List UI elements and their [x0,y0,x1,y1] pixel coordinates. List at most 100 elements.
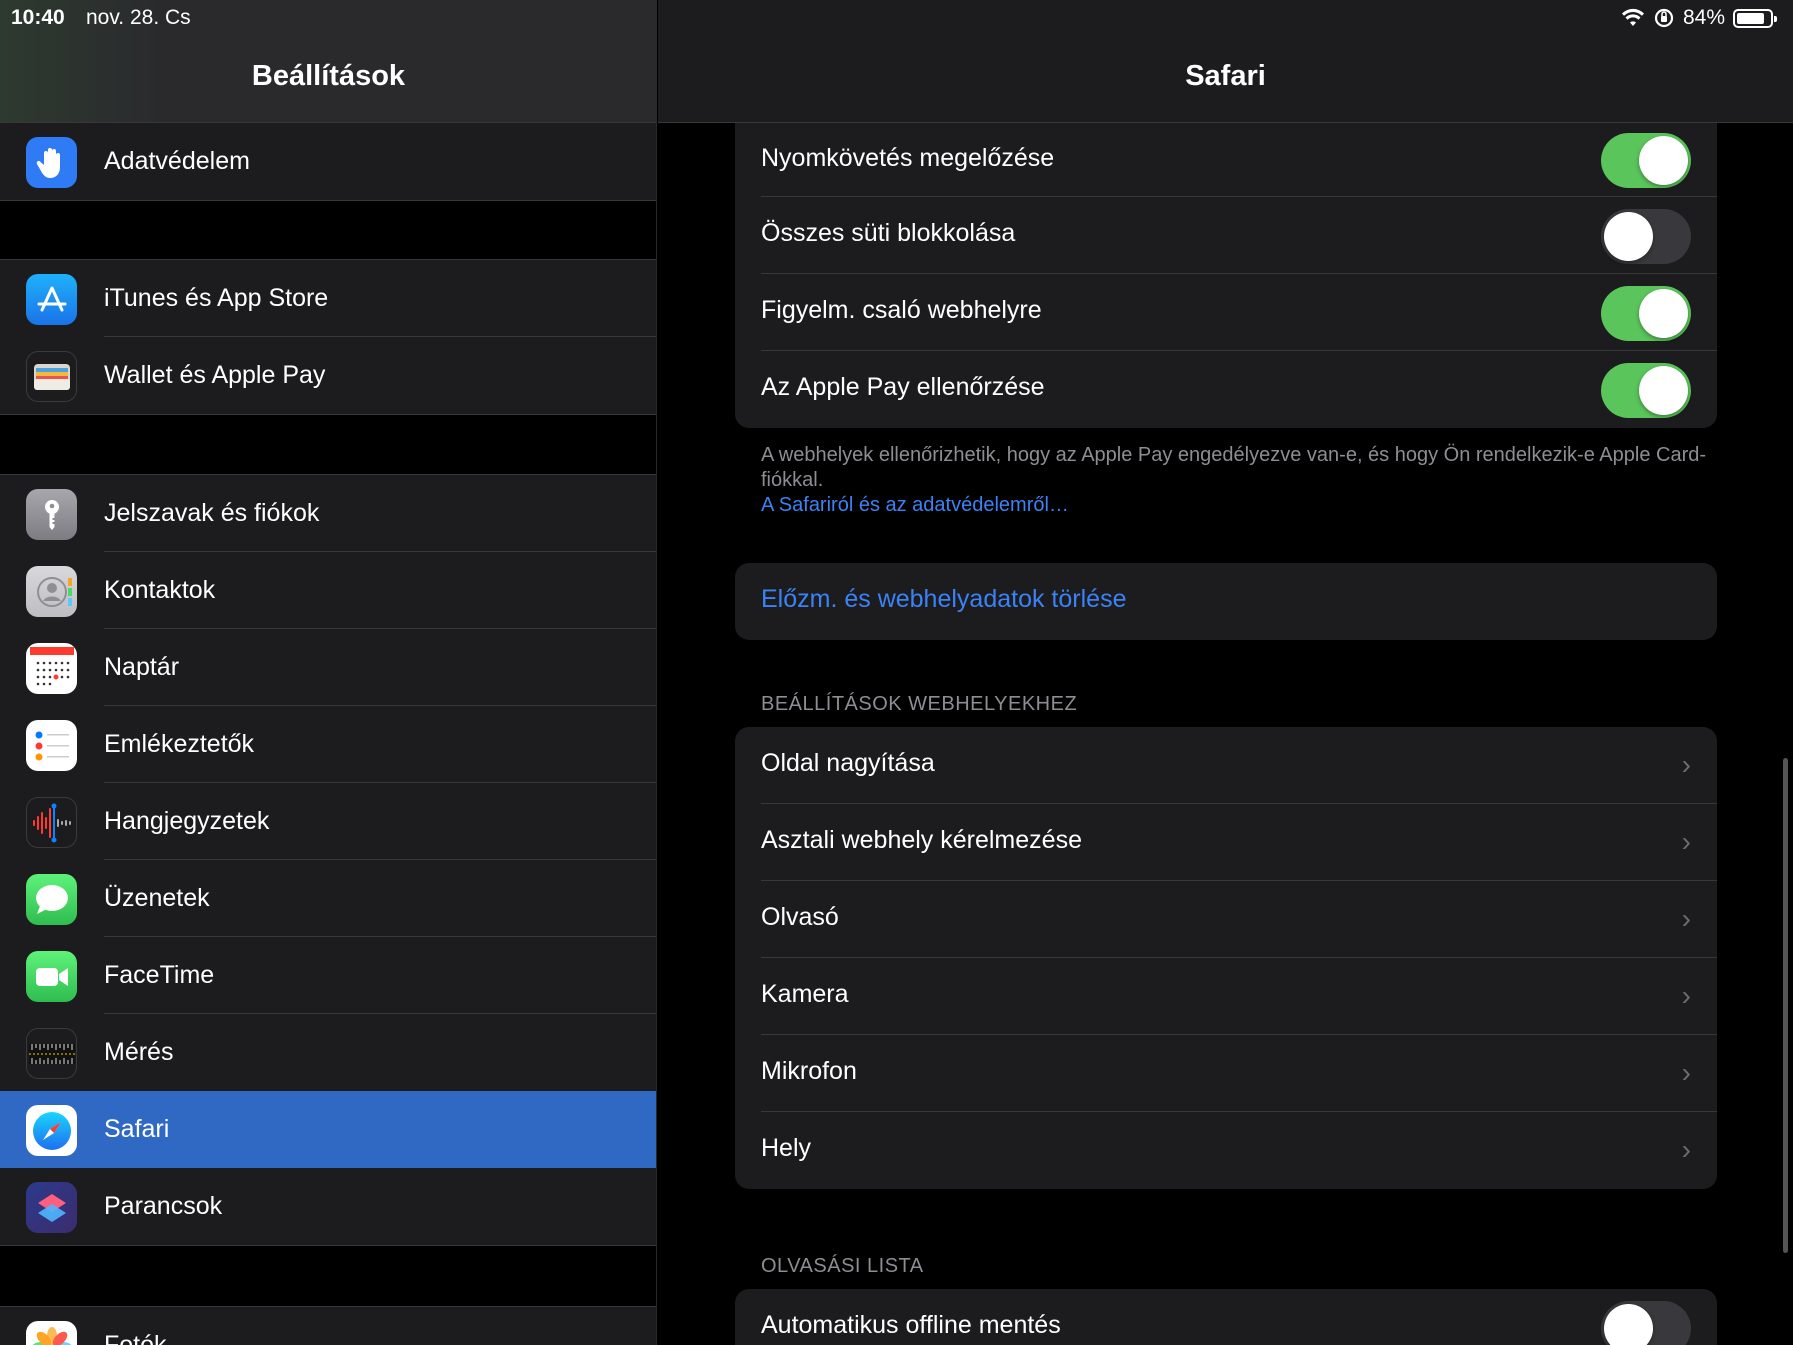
chevron-right-icon: › [1681,980,1691,1011]
sidebar-item-reminders[interactable]: Emlékeztetők [0,706,656,783]
wallet-icon [26,351,77,402]
sidebar-item-label: Safari [104,1115,170,1143]
sidebar-item-label: FaceTime [104,961,215,989]
privacy-info-link[interactable]: A Safariról és az adatvédelemről… [761,493,1721,518]
setting-row-offline-save: Automatikus offline mentés [735,1289,1717,1345]
sidebar-item-label: Wallet és Apple Pay [104,361,326,389]
sidebar-item-label: Parancsok [104,1192,223,1220]
calendar-icon [26,643,77,694]
setting-row-prevent-tracking: Nyomkövetés megelőzése [735,122,1717,197]
sidebar-item-contacts[interactable]: Kontaktok [0,552,656,629]
website-settings-card: Oldal nagyítása › Asztali webhely kérelm… [735,727,1717,1189]
setting-row-apple-pay-check: Az Apple Pay ellenőrzése [735,351,1717,428]
footnote-text: A webhelyek ellenőrizhetik, hogy az Appl… [761,444,1707,491]
setting-row-camera[interactable]: Kamera › [735,958,1717,1035]
sidebar-item-label: iTunes és App Store [104,284,329,312]
toggle-knob [1604,1304,1653,1345]
app-store-icon [26,274,77,325]
battery-percent: 84% [1682,6,1725,29]
chevron-right-icon: › [1681,826,1691,857]
setting-label: Oldal nagyítása [761,749,935,777]
scrollbar[interactable] [1783,758,1788,1253]
setting-label: Asztali webhely kérelmezése [761,826,1082,854]
setting-row-page-zoom[interactable]: Oldal nagyítása › [735,727,1717,804]
status-time: 10:40 [11,6,65,29]
website-settings-header: BEÁLLÍTÁSOK WEBHELYEKHEZ [761,693,1078,715]
detail-pane: Safari Nyomkövetés megelőzése Összes süt… [658,0,1793,1345]
clear-history-card: Előzm. és webhelyadatok törlése [735,563,1717,640]
sidebar-item-label: Jelszavak és fiókok [104,499,320,527]
messages-icon [26,874,77,925]
status-bar: 10:40 nov. 28. Cs 84% [0,0,1793,34]
setting-label: Kamera [761,980,849,1008]
sidebar-group-apps: Jelszavak és fiókok Kontaktok Naptár Eml… [0,474,656,1246]
sidebar-item-voice-memos[interactable]: Hangjegyzetek [0,783,656,860]
sidebar-item-shortcuts[interactable]: Parancsok [0,1168,656,1245]
chevron-right-icon: › [1681,1057,1691,1088]
privacy-card: Nyomkövetés megelőzése Összes süti blokk… [735,122,1717,428]
sidebar-item-label: Fotók [104,1331,167,1345]
sidebar-group-media: Fotók [0,1306,656,1345]
sidebar-item-passwords[interactable]: Jelszavak és fiókok [0,475,656,552]
sidebar-item-photos[interactable]: Fotók [0,1307,656,1345]
detail-title: Safari [1185,60,1266,92]
sidebar-item-measure[interactable]: Mérés [0,1014,656,1091]
sidebar-item-privacy[interactable]: Adatvédelem [0,123,656,200]
facetime-icon [26,951,77,1002]
orientation-lock-icon [1654,8,1674,28]
sidebar-title: Beállítások [251,60,406,92]
clear-history-button[interactable]: Előzm. és webhelyadatok törlése [735,563,1717,640]
reading-list-header: OLVASÁSI LISTA [761,1255,924,1277]
measure-icon [26,1028,77,1079]
setting-row-fraud-warning: Figyelm. csaló webhelyre [735,274,1717,351]
apple-pay-check-toggle[interactable] [1601,363,1691,418]
key-icon [26,489,77,540]
setting-label: Mikrofon [761,1057,857,1085]
sidebar-item-label: Adatvédelem [104,147,250,175]
sidebar-item-messages[interactable]: Üzenetek [0,860,656,937]
toggle-knob [1639,136,1688,185]
sidebar-item-label: Kontaktok [104,576,216,604]
photos-icon [26,1321,77,1345]
toggle-knob [1639,289,1688,338]
battery-fill [1737,12,1764,24]
sidebar-item-label: Mérés [104,1038,174,1066]
sidebar-item-itunes-app-store[interactable]: iTunes és App Store [0,260,656,337]
toggle-knob [1604,212,1653,261]
status-date: nov. 28. Cs [86,6,191,29]
clear-history-label: Előzm. és webhelyadatok törlése [761,585,1127,613]
setting-label: Olvasó [761,903,839,931]
block-cookies-toggle[interactable] [1601,209,1691,264]
sidebar-item-wallet[interactable]: Wallet és Apple Pay [0,337,656,414]
chevron-right-icon: › [1681,1134,1691,1165]
chevron-right-icon: › [1681,749,1691,780]
setting-label: Hely [761,1134,812,1162]
wifi-icon [1621,8,1644,26]
shortcuts-icon [26,1182,77,1233]
chevron-right-icon: › [1681,903,1691,934]
voice-memos-icon [26,797,77,848]
reading-list-card: Automatikus offline mentés [735,1289,1717,1345]
sidebar-item-facetime[interactable]: FaceTime [0,937,656,1014]
sidebar-group-store: iTunes és App Store Wallet és Apple Pay [0,259,656,415]
setting-label: Nyomkövetés megelőzése [761,144,1055,172]
sidebar-item-label: Üzenetek [104,884,210,912]
setting-label: Automatikus offline mentés [761,1311,1061,1339]
sidebar-item-calendar[interactable]: Naptár [0,629,656,706]
setting-label: Az Apple Pay ellenőrzése [761,373,1045,401]
sidebar-item-label: Hangjegyzetek [104,807,270,835]
status-right: 84% [1621,6,1777,30]
prevent-tracking-toggle[interactable] [1601,133,1691,188]
sidebar-item-safari[interactable]: Safari [0,1091,656,1168]
battery-icon [1733,8,1777,28]
contacts-icon [26,566,77,617]
setting-label: Figyelm. csaló webhelyre [761,296,1042,324]
setting-row-microphone[interactable]: Mikrofon › [735,1035,1717,1112]
reminders-icon [26,720,77,771]
offline-save-toggle[interactable] [1601,1301,1691,1345]
setting-row-location[interactable]: Hely › [735,1112,1717,1189]
sidebar-group-privacy: Adatvédelem [0,122,656,201]
setting-row-reader[interactable]: Olvasó › [735,881,1717,958]
fraud-warning-toggle[interactable] [1601,286,1691,341]
setting-row-request-desktop[interactable]: Asztali webhely kérelmezése › [735,804,1717,881]
